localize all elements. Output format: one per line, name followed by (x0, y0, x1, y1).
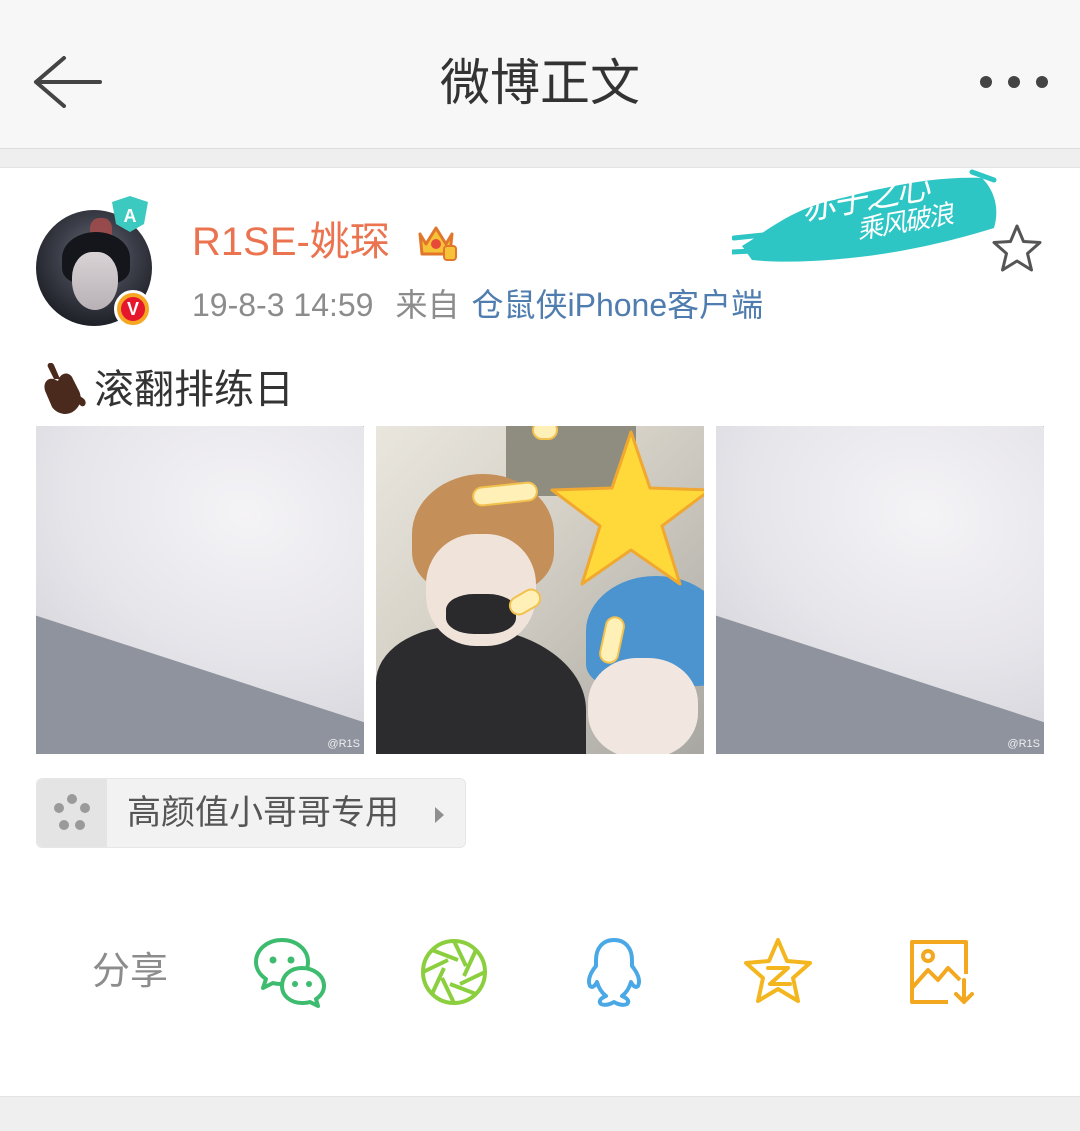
save-image-button[interactable] (904, 934, 980, 1010)
post-image-2[interactable] (376, 426, 704, 754)
moments-icon (421, 939, 487, 1005)
navigation-bar: 微博正文 (0, 0, 1080, 149)
from-label: 来自 (395, 287, 460, 323)
favorite-star-icon[interactable] (990, 222, 1044, 276)
qq-share-button[interactable] (576, 934, 652, 1010)
call-me-hand-emoji-icon (44, 363, 86, 414)
qzone-icon (744, 938, 812, 1003)
avatar[interactable]: A V (36, 194, 166, 332)
wechat-share-button[interactable] (252, 934, 328, 1010)
post-text: 滚翻排练日 (38, 360, 294, 420)
more-dots-icon[interactable] (978, 74, 1050, 90)
section-divider (0, 149, 1080, 168)
image-watermark: @R1S (327, 738, 360, 750)
topic-icon-box (37, 779, 107, 847)
topic-label: 高颜值小哥哥专用 (127, 793, 399, 833)
username[interactable]: R1SE-姚琛 (192, 214, 390, 270)
post-image-1[interactable]: @R1S (36, 426, 364, 754)
wechat-icon (254, 938, 326, 1008)
post-meta: 19-8-3 14:59 来自 仓鼠侠iPhone客户端 (192, 282, 763, 328)
chevron-right-icon (435, 807, 444, 823)
svg-text:A: A (124, 206, 137, 226)
avatar-tag-icon: A (112, 196, 148, 232)
post-text-content: 滚翻排练日 (94, 367, 294, 413)
save-image-icon (910, 940, 974, 1004)
source-link[interactable]: 仓鼠侠iPhone客户端 (471, 287, 763, 323)
image-watermark: @R1S (1007, 738, 1040, 750)
vip-crown-icon[interactable] (414, 216, 458, 264)
share-label: 分享 (92, 949, 169, 993)
qzone-share-button[interactable] (740, 934, 816, 1010)
post-image-3[interactable]: @R1S (716, 426, 1044, 754)
section-divider (0, 1096, 1080, 1131)
post-time: 19-8-3 14:59 (192, 287, 374, 323)
page-title: 微博正文 (440, 54, 640, 112)
star-sticker-icon (550, 430, 704, 586)
qq-icon (586, 938, 642, 1007)
dots-cluster-icon (54, 794, 90, 830)
topic-tag[interactable]: 高颜值小哥哥专用 (36, 778, 466, 848)
verified-badge-icon: V (114, 290, 152, 328)
moments-share-button[interactable] (416, 934, 492, 1010)
